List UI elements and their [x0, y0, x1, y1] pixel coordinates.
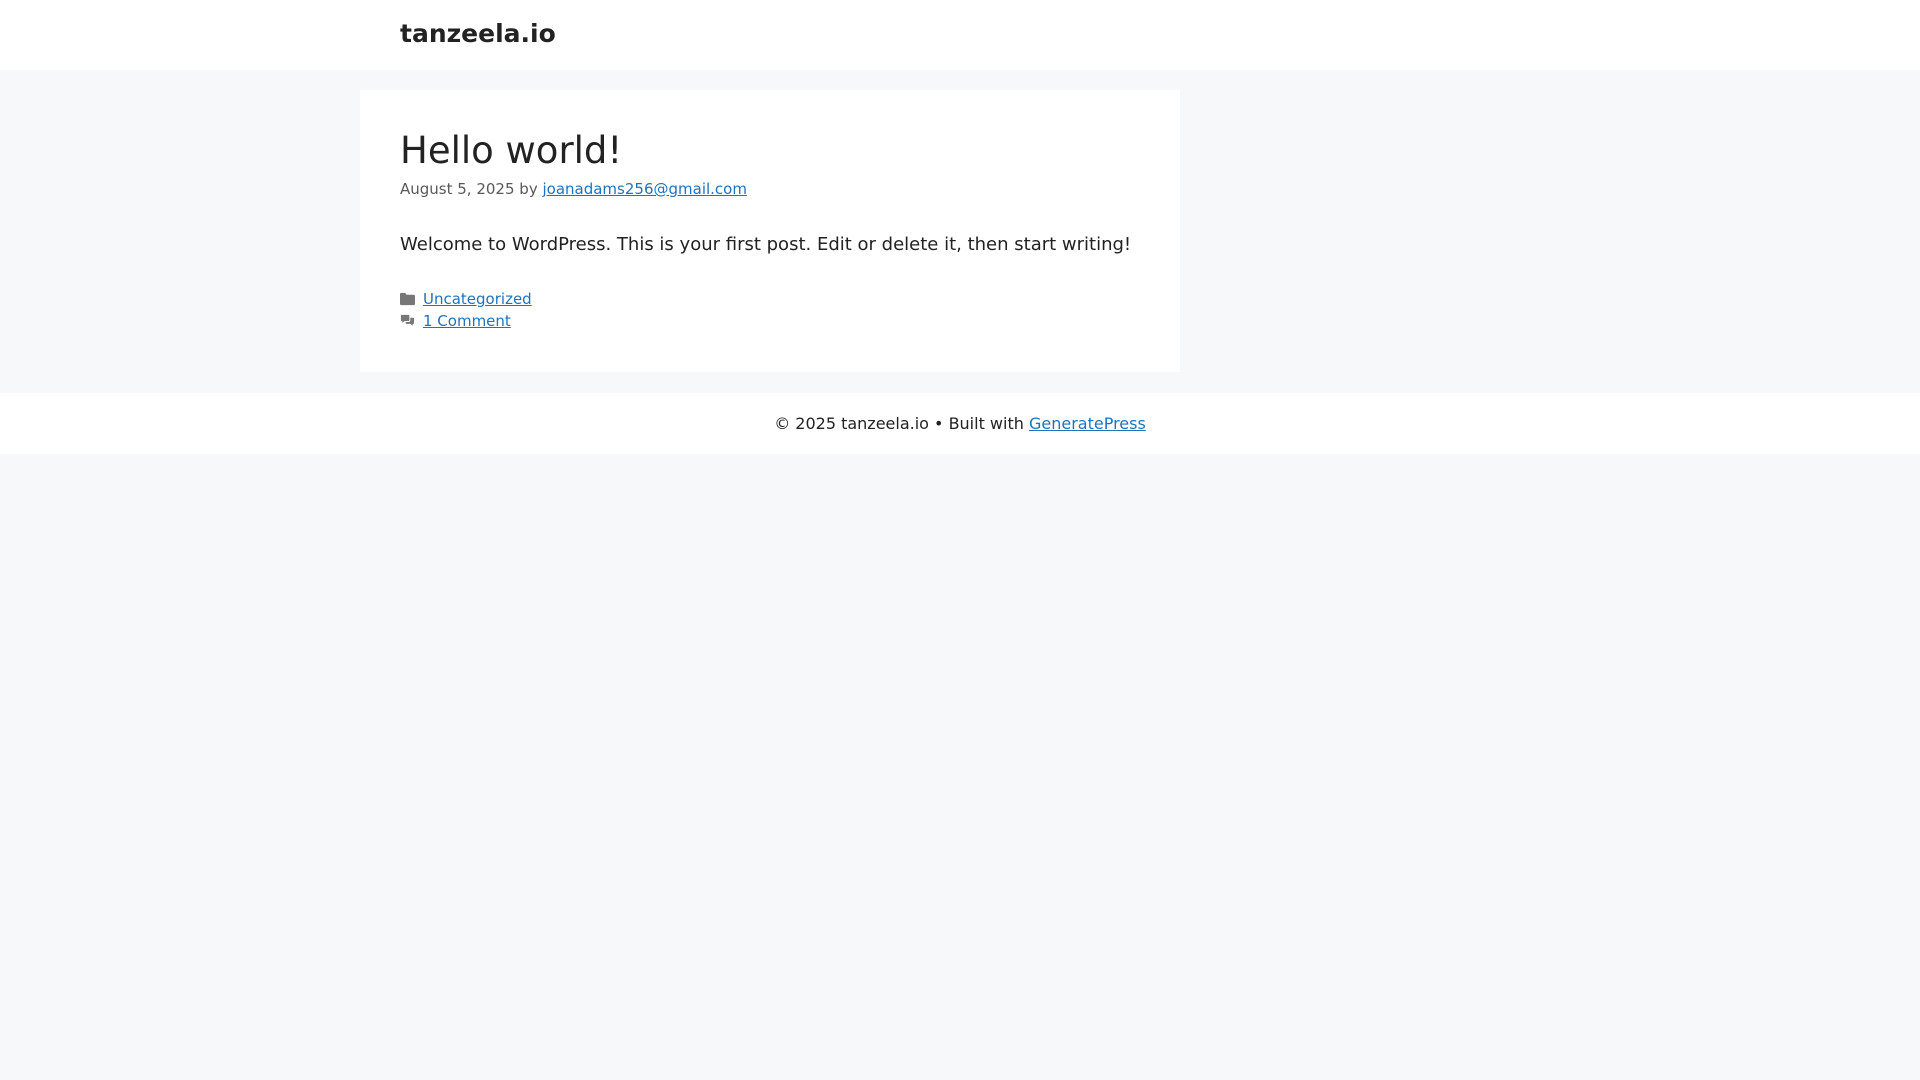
post-content: Welcome to WordPress. This is your first…: [400, 234, 1132, 255]
post-meta: August 5, 2025 by joanadams256@gmail.com: [400, 179, 747, 199]
site-header: tanzeela.io: [0, 0, 1920, 70]
generatepress-link[interactable]: GeneratePress: [1029, 414, 1146, 433]
comments-link[interactable]: 1 Comment: [423, 310, 511, 332]
post-author-link[interactable]: joanadams256@gmail.com: [542, 180, 746, 198]
post-title: Hello world!: [400, 129, 623, 172]
footer-credits: © 2025 tanzeela.io • Built with Generate…: [774, 414, 1146, 433]
post-footer: Uncategorized 1 Comment: [400, 288, 532, 332]
post-date: August 5, 2025: [400, 180, 515, 198]
comments-row: 1 Comment: [400, 310, 532, 332]
category-row: Uncategorized: [400, 288, 532, 310]
site-title-link[interactable]: tanzeela.io: [400, 18, 556, 50]
post-card: Hello world! August 5, 2025 by joanadams…: [360, 90, 1180, 372]
footer-copyright: © 2025 tanzeela.io • Built with: [774, 414, 1024, 433]
post-by-label: by: [519, 180, 538, 198]
category-link[interactable]: Uncategorized: [423, 288, 532, 310]
comments-icon: [400, 314, 415, 326]
folder-icon: [400, 292, 415, 306]
site-footer: © 2025 tanzeela.io • Built with Generate…: [0, 393, 1920, 454]
